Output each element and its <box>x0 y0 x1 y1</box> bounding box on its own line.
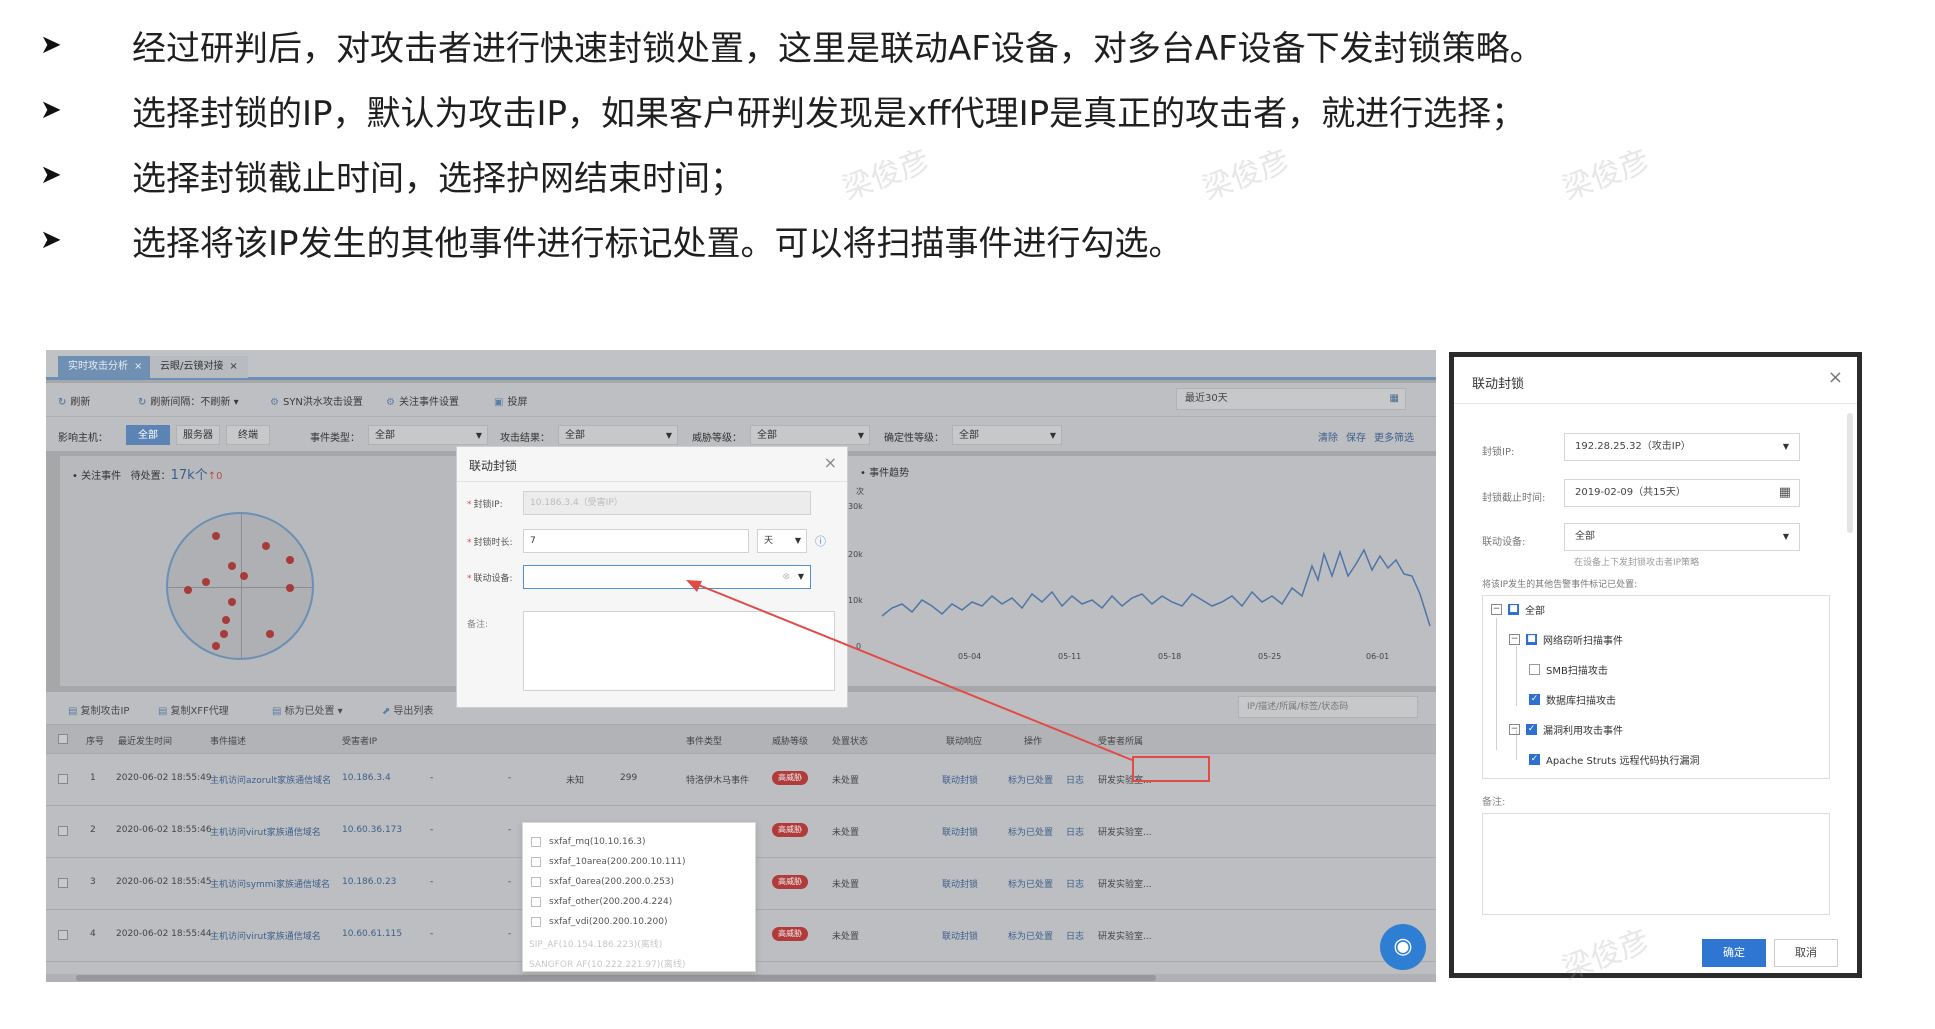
bullet-text: 选择封锁的IP，默认为攻击IP，如果客户研判发现是xff代理IP是真正的攻击者，… <box>132 93 1526 134</box>
remark-label: 备注: <box>1482 797 1506 808</box>
chevron-down-icon: ▼ <box>1782 532 1789 541</box>
cancel-button[interactable]: 取消 <box>1774 939 1838 967</box>
ok-button[interactable]: 确定 <box>1702 939 1766 967</box>
arrow-right-icon: ➤ <box>40 95 62 125</box>
dialog-title: 联动封锁 <box>1472 377 1525 392</box>
collapse-icon: − <box>1509 724 1520 735</box>
bullet-2: ➤ 选择封锁的IP，默认为攻击IP，如果客户研判发现是xff代理IP是真正的攻击者… <box>40 85 1525 135</box>
block-dialog: 联动封锁 × 封锁IP: 192.28.25.32（攻击IP） ▼ 封锁截止时间:… <box>1449 352 1862 978</box>
tree-node-smb[interactable]: SMB扫描攻击 <box>1529 662 1608 677</box>
tree-node-struts[interactable]: ✓ Apache Struts 远程代码执行漏洞 <box>1529 752 1700 767</box>
watermark: 梁俊彦 <box>1557 143 1655 208</box>
mark-events-label: 将该IP发生的其他告警事件标记已处置: <box>1482 580 1638 590</box>
tree-node-root[interactable]: − ■ 全部 <box>1491 602 1545 617</box>
collapse-icon: − <box>1491 604 1502 615</box>
dialog-scrollbar[interactable] <box>1847 413 1853 533</box>
deadline-picker[interactable]: 2019-02-09（共15天） ▦ <box>1564 479 1800 507</box>
tree-node-scan[interactable]: − ■ 网络窃听扫描事件 <box>1509 632 1623 647</box>
checkbox-checked: ✓ <box>1529 754 1540 765</box>
device-label: 联动设备: <box>1482 537 1526 548</box>
block-ip-label: 封锁IP: <box>1482 447 1515 458</box>
arrow-right-icon: ➤ <box>40 160 62 190</box>
device-select[interactable]: 全部 ▼ <box>1564 523 1800 551</box>
event-tree: − ■ 全部 − ■ 网络窃听扫描事件 SMB扫描攻击 ✓ 数据库扫描攻击 − ✓ 漏洞利用攻… <box>1482 595 1830 779</box>
block-ip-select[interactable]: 192.28.25.32（攻击IP） ▼ <box>1564 433 1800 461</box>
checkbox-unchecked <box>1529 664 1540 675</box>
chevron-down-icon: ▼ <box>1782 442 1789 451</box>
arrow-right-icon: ➤ <box>40 30 62 60</box>
close-icon[interactable]: × <box>1828 367 1843 388</box>
bullet-3: ➤ 选择封锁截止时间，选择护网结束时间； <box>40 150 744 200</box>
annotation-arrow <box>686 580 1133 761</box>
deadline-label: 封锁截止时间: <box>1482 493 1546 504</box>
checkbox-partial: ■ <box>1526 634 1537 645</box>
bullet-text: 选择封锁截止时间，选择护网结束时间； <box>132 158 744 199</box>
checkbox-checked: ✓ <box>1526 724 1537 735</box>
tree-node-exploit[interactable]: − ✓ 漏洞利用攻击事件 <box>1509 722 1623 737</box>
watermark: 梁俊彦 <box>837 143 935 208</box>
bullet-text: 经过研判后，对攻击者进行快速封锁处置，这里是联动AF设备，对多台AF设备下发封锁… <box>132 28 1544 69</box>
main-screenshot: 实时攻击分析 × 云眼/云镜对接 × ↻ 刷新 ↻ 刷新间隔：不刷新 ▾ ⚙ SYN洪水攻… <box>46 350 1436 982</box>
device-hint: 在设备上下发封锁攻击者IP策略 <box>1574 558 1700 568</box>
bullet-1: ➤ 经过研判后，对攻击者进行快速封锁处置，这里是联动AF设备，对多台AF设备下发封… <box>40 20 1544 70</box>
collapse-icon: − <box>1509 634 1520 645</box>
watermark: 梁俊彦 <box>1197 143 1295 208</box>
checkbox-checked: ✓ <box>1529 694 1540 705</box>
remark-textarea[interactable] <box>1482 813 1830 915</box>
tree-node-db[interactable]: ✓ 数据库扫描攻击 <box>1529 692 1616 707</box>
arrow-right-icon: ➤ <box>40 225 62 255</box>
bullet-4: ➤ 选择将该IP发生的其他事件进行标记处置。可以将扫描事件进行勾选。 <box>40 215 1183 265</box>
bullet-text: 选择将该IP发生的其他事件进行标记处置。可以将扫描事件进行勾选。 <box>132 223 1183 264</box>
eye-icon[interactable]: ◉ <box>1380 924 1426 970</box>
calendar-icon: ▦ <box>1778 485 1791 500</box>
checkbox-partial: ■ <box>1508 604 1519 615</box>
